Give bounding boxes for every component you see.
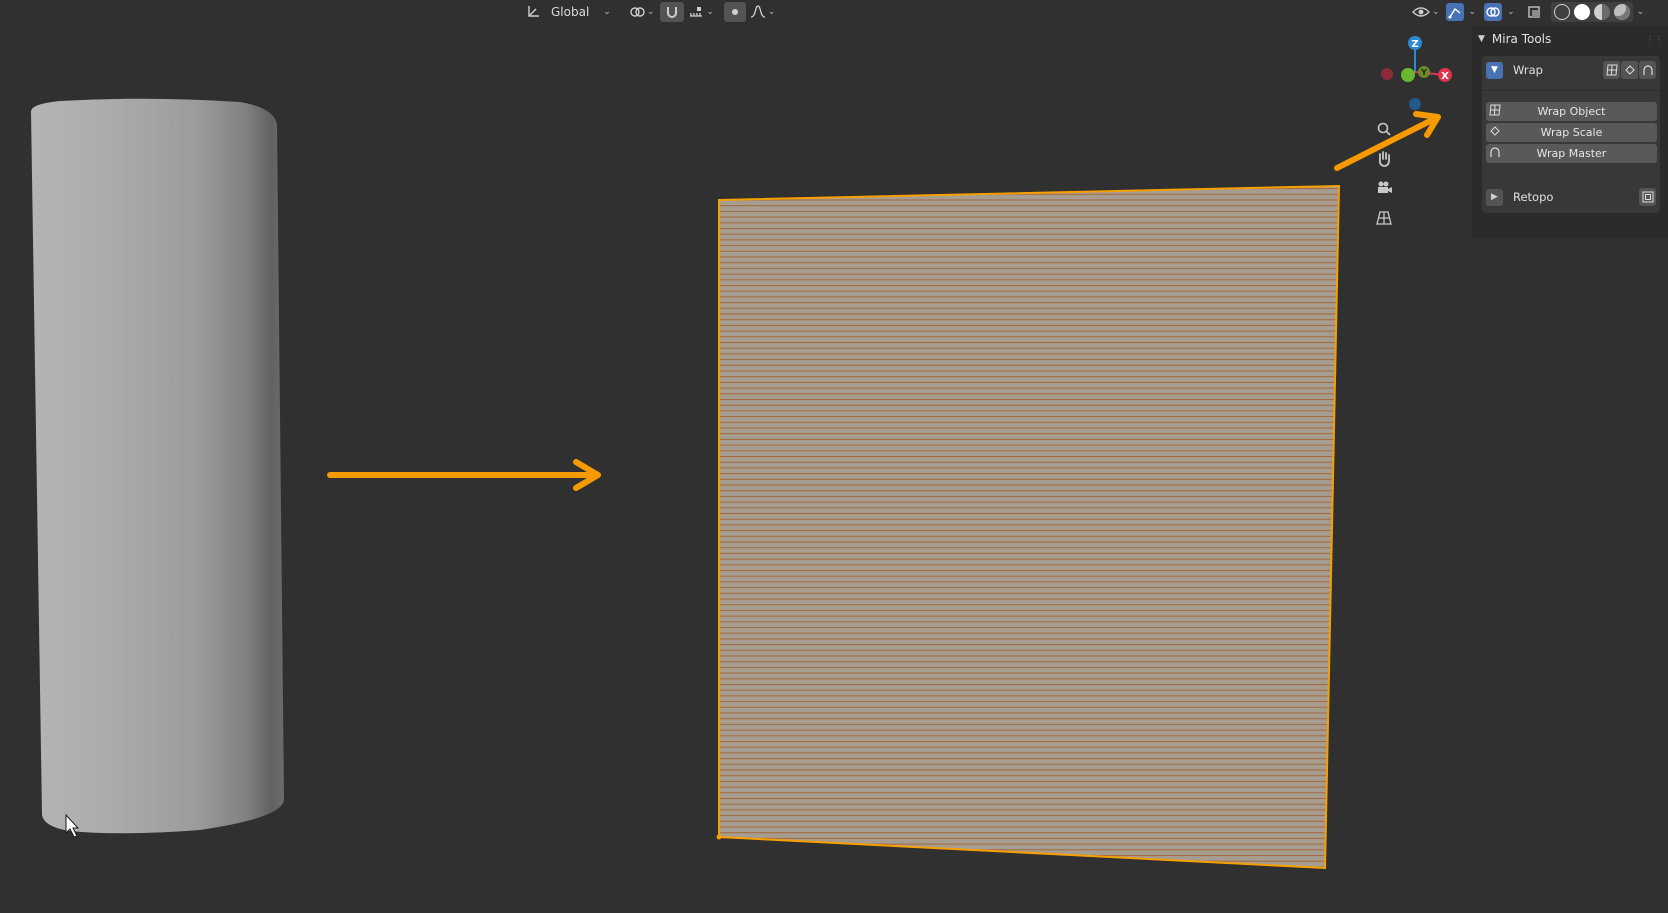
collapse-triangle-icon: ▼ [1478,34,1485,44]
wrap-master-button[interactable]: Wrap Master [1486,144,1657,163]
falloff-curve-icon [750,5,766,18]
diamond-icon [1486,126,1504,139]
pivot-point-button[interactable]: ⌄ [625,2,659,22]
mira-tools-title: Mira Tools [1491,32,1552,46]
annotation-arrow-right [327,459,601,491]
wrap-grid-icon[interactable] [1603,61,1620,79]
navigation-gizmo[interactable]: Z X Y [1360,28,1460,118]
material-shading-icon[interactable] [1593,4,1610,20]
wrap-diamond-icon[interactable] [1621,61,1638,79]
falloff-button[interactable]: ⌄ [746,2,780,22]
chevron-down-icon: ⌄ [706,7,714,17]
visibility-button[interactable]: ⌄ [1408,2,1444,22]
xray-icon [1527,6,1540,18]
retopo-label: Retopo [1513,190,1554,204]
gizmo-z-label: Z [1411,39,1418,50]
wireframe-shading-icon[interactable] [1553,4,1570,20]
drag-grip-icon[interactable]: ⋮⋮ [1646,35,1664,44]
cylinder-mesh[interactable] [30,98,284,834]
camera-icon[interactable] [1372,176,1396,200]
transform-orientation-label: Global [551,5,590,19]
eye-icon [1412,7,1430,17]
shading-mode-group [1550,2,1633,22]
rendered-shading-icon[interactable] [1613,4,1630,20]
chevron-down-icon: ⌄ [767,7,776,17]
solid-shading-icon[interactable] [1573,4,1590,20]
xray-toggle-button[interactable] [1523,2,1545,22]
transform-orientation-dropdown[interactable]: Global ⌄ [545,2,617,22]
expand-toggle-icon[interactable]: ▼ [1486,61,1503,79]
expand-toggle-icon[interactable]: ▶ [1486,188,1503,206]
pivot-icon [630,7,645,17]
viewport-header-right: ⌄ ⌄ ⌄ ⌄ [1408,0,1644,24]
retopo-icon[interactable] [1639,188,1656,206]
scene-canvas [30,98,1441,870]
perspective-grid-icon[interactable] [1372,206,1396,230]
gizmo-y-axis[interactable] [1401,68,1415,82]
striped-plane-mesh[interactable] [716,184,1341,870]
mira-tools-header[interactable]: ▼ Mira Tools [1478,30,1551,48]
chevron-down-icon[interactable]: ⌄ [1469,7,1477,17]
proportional-edit-icon [731,9,738,15]
gizmo-neg-x[interactable] [1381,68,1393,80]
chevron-down-icon: ⌄ [603,7,611,17]
wrap-arch-icon[interactable] [1639,61,1656,79]
wrap-label: Wrap [1513,63,1543,77]
retopo-subpanel: ▶ Retopo [1482,181,1660,213]
retopo-header[interactable]: ▶ Retopo [1482,181,1660,213]
viewport-header-center: Global ⌄ ⌄ ⌄ ⌄ [521,0,779,24]
overlays-icon [1486,7,1500,17]
snap-element-button[interactable]: ⌄ [684,2,718,22]
retopo-header-icons [1638,188,1656,206]
wrap-object-label: Wrap Object [1537,105,1606,118]
wrap-scale-button[interactable]: Wrap Scale [1486,123,1657,142]
snap-toggle-button[interactable] [660,2,685,22]
overlays-toggle-button[interactable] [1484,3,1503,21]
hand-pan-icon[interactable] [1372,147,1396,171]
3d-viewport[interactable]: Global ⌄ ⌄ ⌄ ⌄ ⌄ ⌄ ⌄ ⌄ Z X Y ▼ Mira Tool… [0,0,1668,913]
chevron-down-icon[interactable]: ⌄ [1637,7,1645,17]
gizmo-x-label: X [1441,71,1449,82]
wrap-master-label: Wrap Master [1536,147,1607,160]
chevron-down-icon: ⌄ [646,7,655,17]
chevron-down-icon[interactable]: ⌄ [1507,7,1515,17]
gizmo-neg-z[interactable] [1409,98,1421,110]
gizmo-toggle-button[interactable] [1445,3,1464,21]
gizmo-icon [1448,7,1460,19]
zoom-icon[interactable] [1372,117,1396,141]
magnet-icon [667,7,678,18]
wrap-header[interactable]: ▼ Wrap [1482,56,1660,84]
snap-increment-icon [690,7,703,17]
wrap-header-icons [1602,61,1656,79]
wrap-scale-label: Wrap Scale [1540,126,1603,139]
wrap-separator [1482,90,1660,91]
grid-icon [1486,104,1504,119]
transform-orientation-icon[interactable] [521,2,545,22]
wrap-object-button[interactable]: Wrap Object [1486,102,1657,121]
proportional-edit-button[interactable] [723,2,746,22]
chevron-down-icon: ⌄ [1432,7,1440,17]
gizmo-y-label: Y [1420,68,1427,77]
mira-tools-panel: ▼ Mira Tools ⋮⋮ ▼ Wrap Wrap Object Wrap … [1472,26,1668,238]
arch-icon [1486,146,1504,161]
